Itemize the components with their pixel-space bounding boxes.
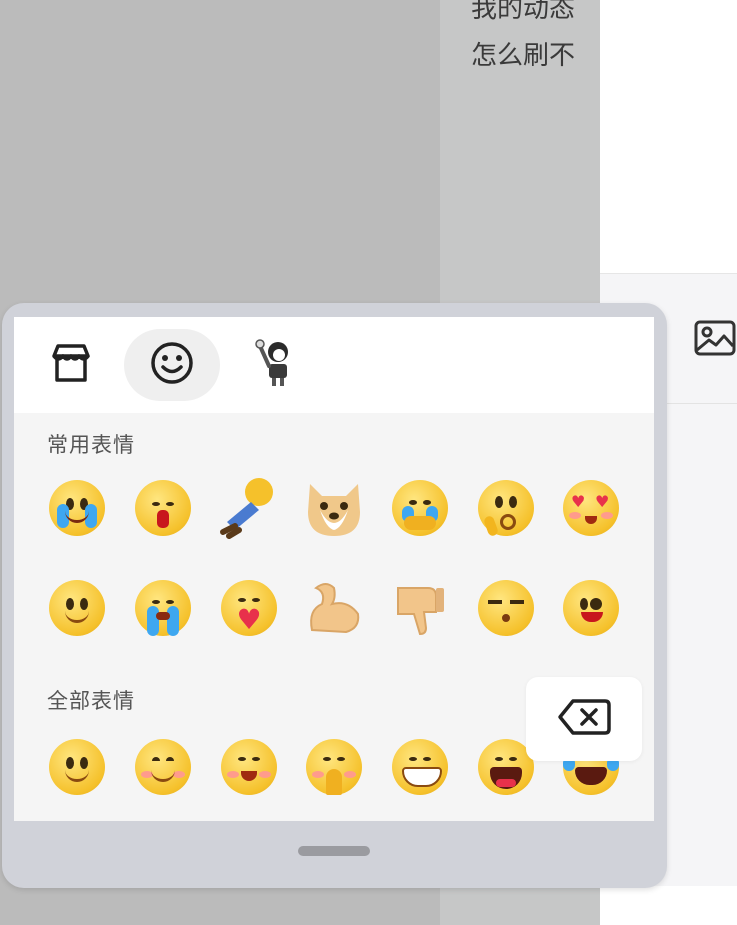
- section-title-all: 全部表情: [47, 689, 135, 713]
- emoji-touched[interactable]: [388, 476, 452, 540]
- emoji-shy[interactable]: [217, 735, 281, 799]
- delete-button[interactable]: [526, 677, 642, 761]
- image-icon[interactable]: [694, 319, 736, 357]
- store-icon: [48, 342, 94, 388]
- post-text-line: 我的动态: [471, 0, 576, 24]
- emoji-thumbs-down[interactable]: [388, 576, 452, 640]
- emoji-flex-arm[interactable]: [302, 576, 366, 640]
- emoji-grin[interactable]: [388, 735, 452, 799]
- tab-store[interactable]: [23, 329, 119, 401]
- tab-sticker[interactable]: [228, 329, 324, 401]
- emoji-shiba-dog[interactable]: [302, 476, 366, 540]
- section-title-common: 常用表情: [47, 433, 135, 457]
- emoji-sob[interactable]: [131, 576, 195, 640]
- backspace-icon: [557, 697, 611, 741]
- emoji-tab-bar: [14, 317, 654, 413]
- emoji-hug-heart[interactable]: ♥: [217, 576, 281, 640]
- emoji-thinking[interactable]: [474, 476, 538, 540]
- post-text-line: 怎么刷不: [471, 41, 576, 71]
- emoji-heart-eyes[interactable]: ♥ ♥: [559, 476, 623, 540]
- emoji-panel: 常用表情 ♥ ♥ ♥ 全部表情: [2, 303, 667, 888]
- emoji-panel-content: 常用表情 ♥ ♥ ♥ 全部表情: [14, 317, 654, 821]
- smiley-icon: [149, 340, 195, 390]
- girl-sticker-icon: [254, 338, 298, 392]
- emoji-collapsed[interactable]: [217, 476, 281, 540]
- emoji-smile[interactable]: [45, 576, 109, 640]
- emoji-crying[interactable]: [45, 476, 109, 540]
- emoji-pray[interactable]: [302, 735, 366, 799]
- emoji-blush[interactable]: [131, 735, 195, 799]
- home-indicator[interactable]: [298, 846, 370, 856]
- emoji-smile[interactable]: [45, 735, 109, 799]
- emoji-unamused[interactable]: [474, 576, 538, 640]
- emoji-nosebleed[interactable]: [131, 476, 195, 540]
- tab-emoji[interactable]: [124, 329, 220, 401]
- emoji-tongue-out[interactable]: [559, 576, 623, 640]
- background-post-text: 我的动态 怎么刷不: [471, 0, 600, 80]
